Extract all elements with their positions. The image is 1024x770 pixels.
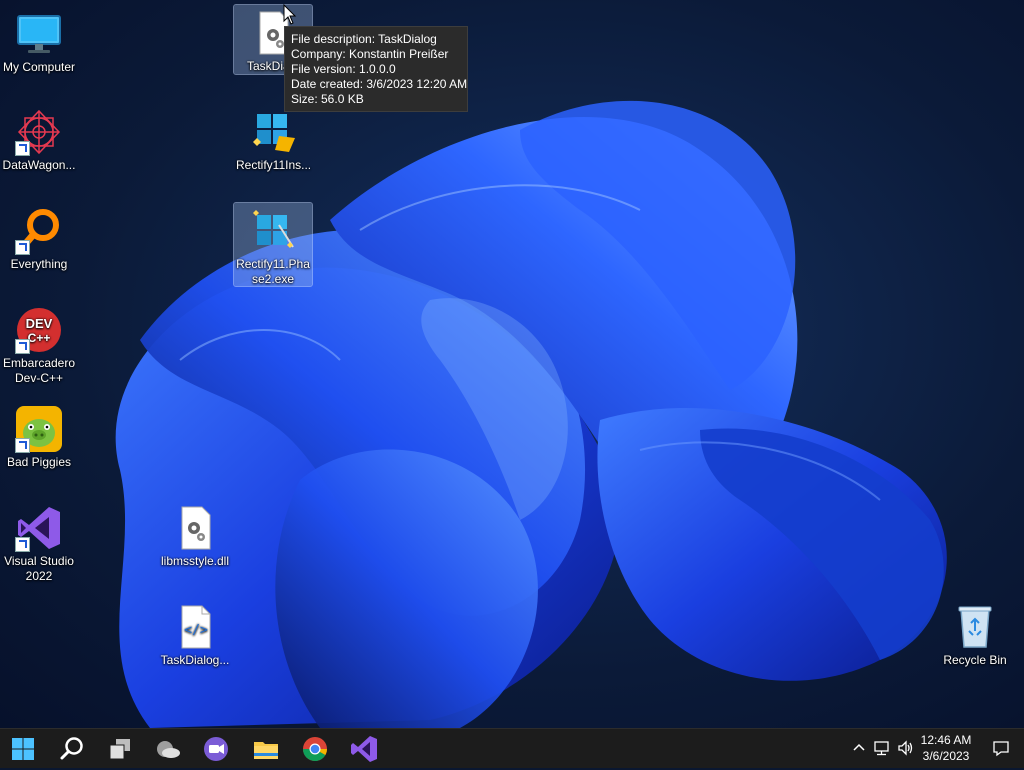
monitor-icon bbox=[15, 10, 63, 58]
desktop-icon-rectify11-installer[interactable]: Rectify11Ins... bbox=[234, 104, 312, 173]
desktop-icon-label: Visual Studio 2022 bbox=[4, 554, 74, 583]
tooltip-company: Company: Konstantin Preißer bbox=[291, 47, 449, 61]
desktop-wallpaper bbox=[0, 0, 1024, 728]
weather-icon bbox=[157, 741, 180, 758]
desktop-icon-label: Bad Piggies bbox=[6, 455, 72, 469]
desktop-icon-libmsstyle-dll[interactable]: libmsstyle.dll bbox=[156, 500, 234, 569]
desktop-icon-label: Rectify11Ins... bbox=[236, 158, 312, 172]
desktop-icon-recycle-bin[interactable]: Recycle Bin bbox=[936, 599, 1014, 668]
visual-studio-icon bbox=[15, 504, 63, 552]
start-icon bbox=[12, 738, 34, 760]
devcpp-icon: DEV C++ bbox=[15, 306, 63, 354]
recycle-bin-icon bbox=[951, 603, 999, 651]
desktop-icon-label: Recycle Bin bbox=[943, 653, 1007, 667]
dll-gear-icon bbox=[171, 504, 219, 552]
svg-text:C++: C++ bbox=[28, 331, 51, 345]
tooltip-description: File description: TaskDialog bbox=[291, 32, 437, 46]
desktop-icon-taskdialog-xml[interactable]: </> TaskDialog... bbox=[156, 599, 234, 668]
shortcut-arrow-icon bbox=[15, 141, 30, 156]
taskbar: 12:46 AM 3/6/2023 bbox=[0, 728, 1024, 768]
file-explorer-button[interactable] bbox=[250, 733, 282, 765]
clock[interactable]: 12:46 AM 3/6/2023 bbox=[916, 732, 976, 764]
file-explorer-icon bbox=[254, 742, 278, 759]
chevron-up-icon[interactable] bbox=[850, 739, 868, 757]
volume-icon[interactable] bbox=[897, 739, 915, 757]
svg-text:</>: </> bbox=[184, 623, 208, 638]
meet-icon bbox=[204, 737, 228, 761]
start-button[interactable] bbox=[7, 733, 39, 765]
desktop-icon-label: Embarcadero Dev-C++ bbox=[2, 356, 76, 385]
desktop-icon-datawagon[interactable]: DataWagon... bbox=[0, 104, 78, 173]
desktop-icon-my-computer[interactable]: My Computer bbox=[0, 6, 78, 75]
visual-studio-icon bbox=[351, 736, 377, 762]
desktop-icon-label-line2: se2.exe bbox=[251, 272, 295, 286]
desktop-icon-rectify11-phase2[interactable]: Rectify11.Pha se2.exe bbox=[233, 202, 313, 287]
code-file-icon: </> bbox=[171, 603, 219, 651]
notification-icon[interactable] bbox=[992, 739, 1010, 757]
task-view-button[interactable] bbox=[104, 733, 136, 765]
desktop-icon-label: libmsstyle.dll bbox=[160, 554, 229, 568]
chrome-icon bbox=[302, 737, 327, 762]
rectify11-icon bbox=[249, 207, 297, 255]
tooltip-date-created: Date created: 3/6/2023 12:20 AM bbox=[291, 77, 468, 91]
everything-search-icon bbox=[15, 207, 63, 255]
desktop-icon-bad-piggies[interactable]: Bad Piggies bbox=[0, 401, 78, 470]
task-view-icon bbox=[109, 739, 130, 760]
mouse-pointer-icon bbox=[283, 4, 297, 25]
clock-time: 12:46 AM bbox=[920, 733, 972, 747]
tooltip-size: Size: 56.0 KB bbox=[291, 92, 364, 106]
desktop-icon-label-line1: Rectify11.Pha bbox=[236, 257, 310, 271]
shortcut-arrow-icon bbox=[15, 537, 30, 552]
rectify11-icon bbox=[249, 108, 297, 156]
tooltip-version: File version: 1.0.0.0 bbox=[291, 62, 396, 76]
visual-studio-taskbar-button[interactable] bbox=[348, 733, 380, 765]
desktop-icon-label: TaskDialog... bbox=[160, 653, 230, 667]
svg-text:DEV: DEV bbox=[26, 316, 53, 331]
shortcut-arrow-icon bbox=[15, 240, 30, 255]
network-icon[interactable] bbox=[873, 739, 891, 757]
desktop-icon-devcpp[interactable]: DEV C++ Embarcadero Dev-C++ bbox=[0, 302, 78, 386]
meet-button[interactable] bbox=[200, 733, 232, 765]
file-info-tooltip: File description: TaskDialog Company: Ko… bbox=[284, 26, 468, 112]
desktop-icon-label: Everything bbox=[10, 257, 68, 271]
desktop-icon-label: DataWagon... bbox=[2, 158, 76, 172]
widgets-button[interactable] bbox=[152, 733, 184, 765]
desktop-icon-visual-studio[interactable]: Visual Studio 2022 bbox=[0, 500, 78, 584]
clock-date: 3/6/2023 bbox=[922, 749, 970, 763]
desktop-icon-label: My Computer bbox=[2, 60, 76, 74]
chrome-button[interactable] bbox=[299, 733, 331, 765]
shortcut-arrow-icon bbox=[15, 438, 30, 453]
desktop-icon-everything[interactable]: Everything bbox=[0, 203, 78, 272]
shortcut-arrow-icon bbox=[15, 339, 30, 354]
bad-piggies-icon bbox=[15, 405, 63, 453]
search-icon bbox=[60, 737, 83, 760]
datawagon-icon bbox=[15, 108, 63, 156]
search-button[interactable] bbox=[56, 733, 88, 765]
